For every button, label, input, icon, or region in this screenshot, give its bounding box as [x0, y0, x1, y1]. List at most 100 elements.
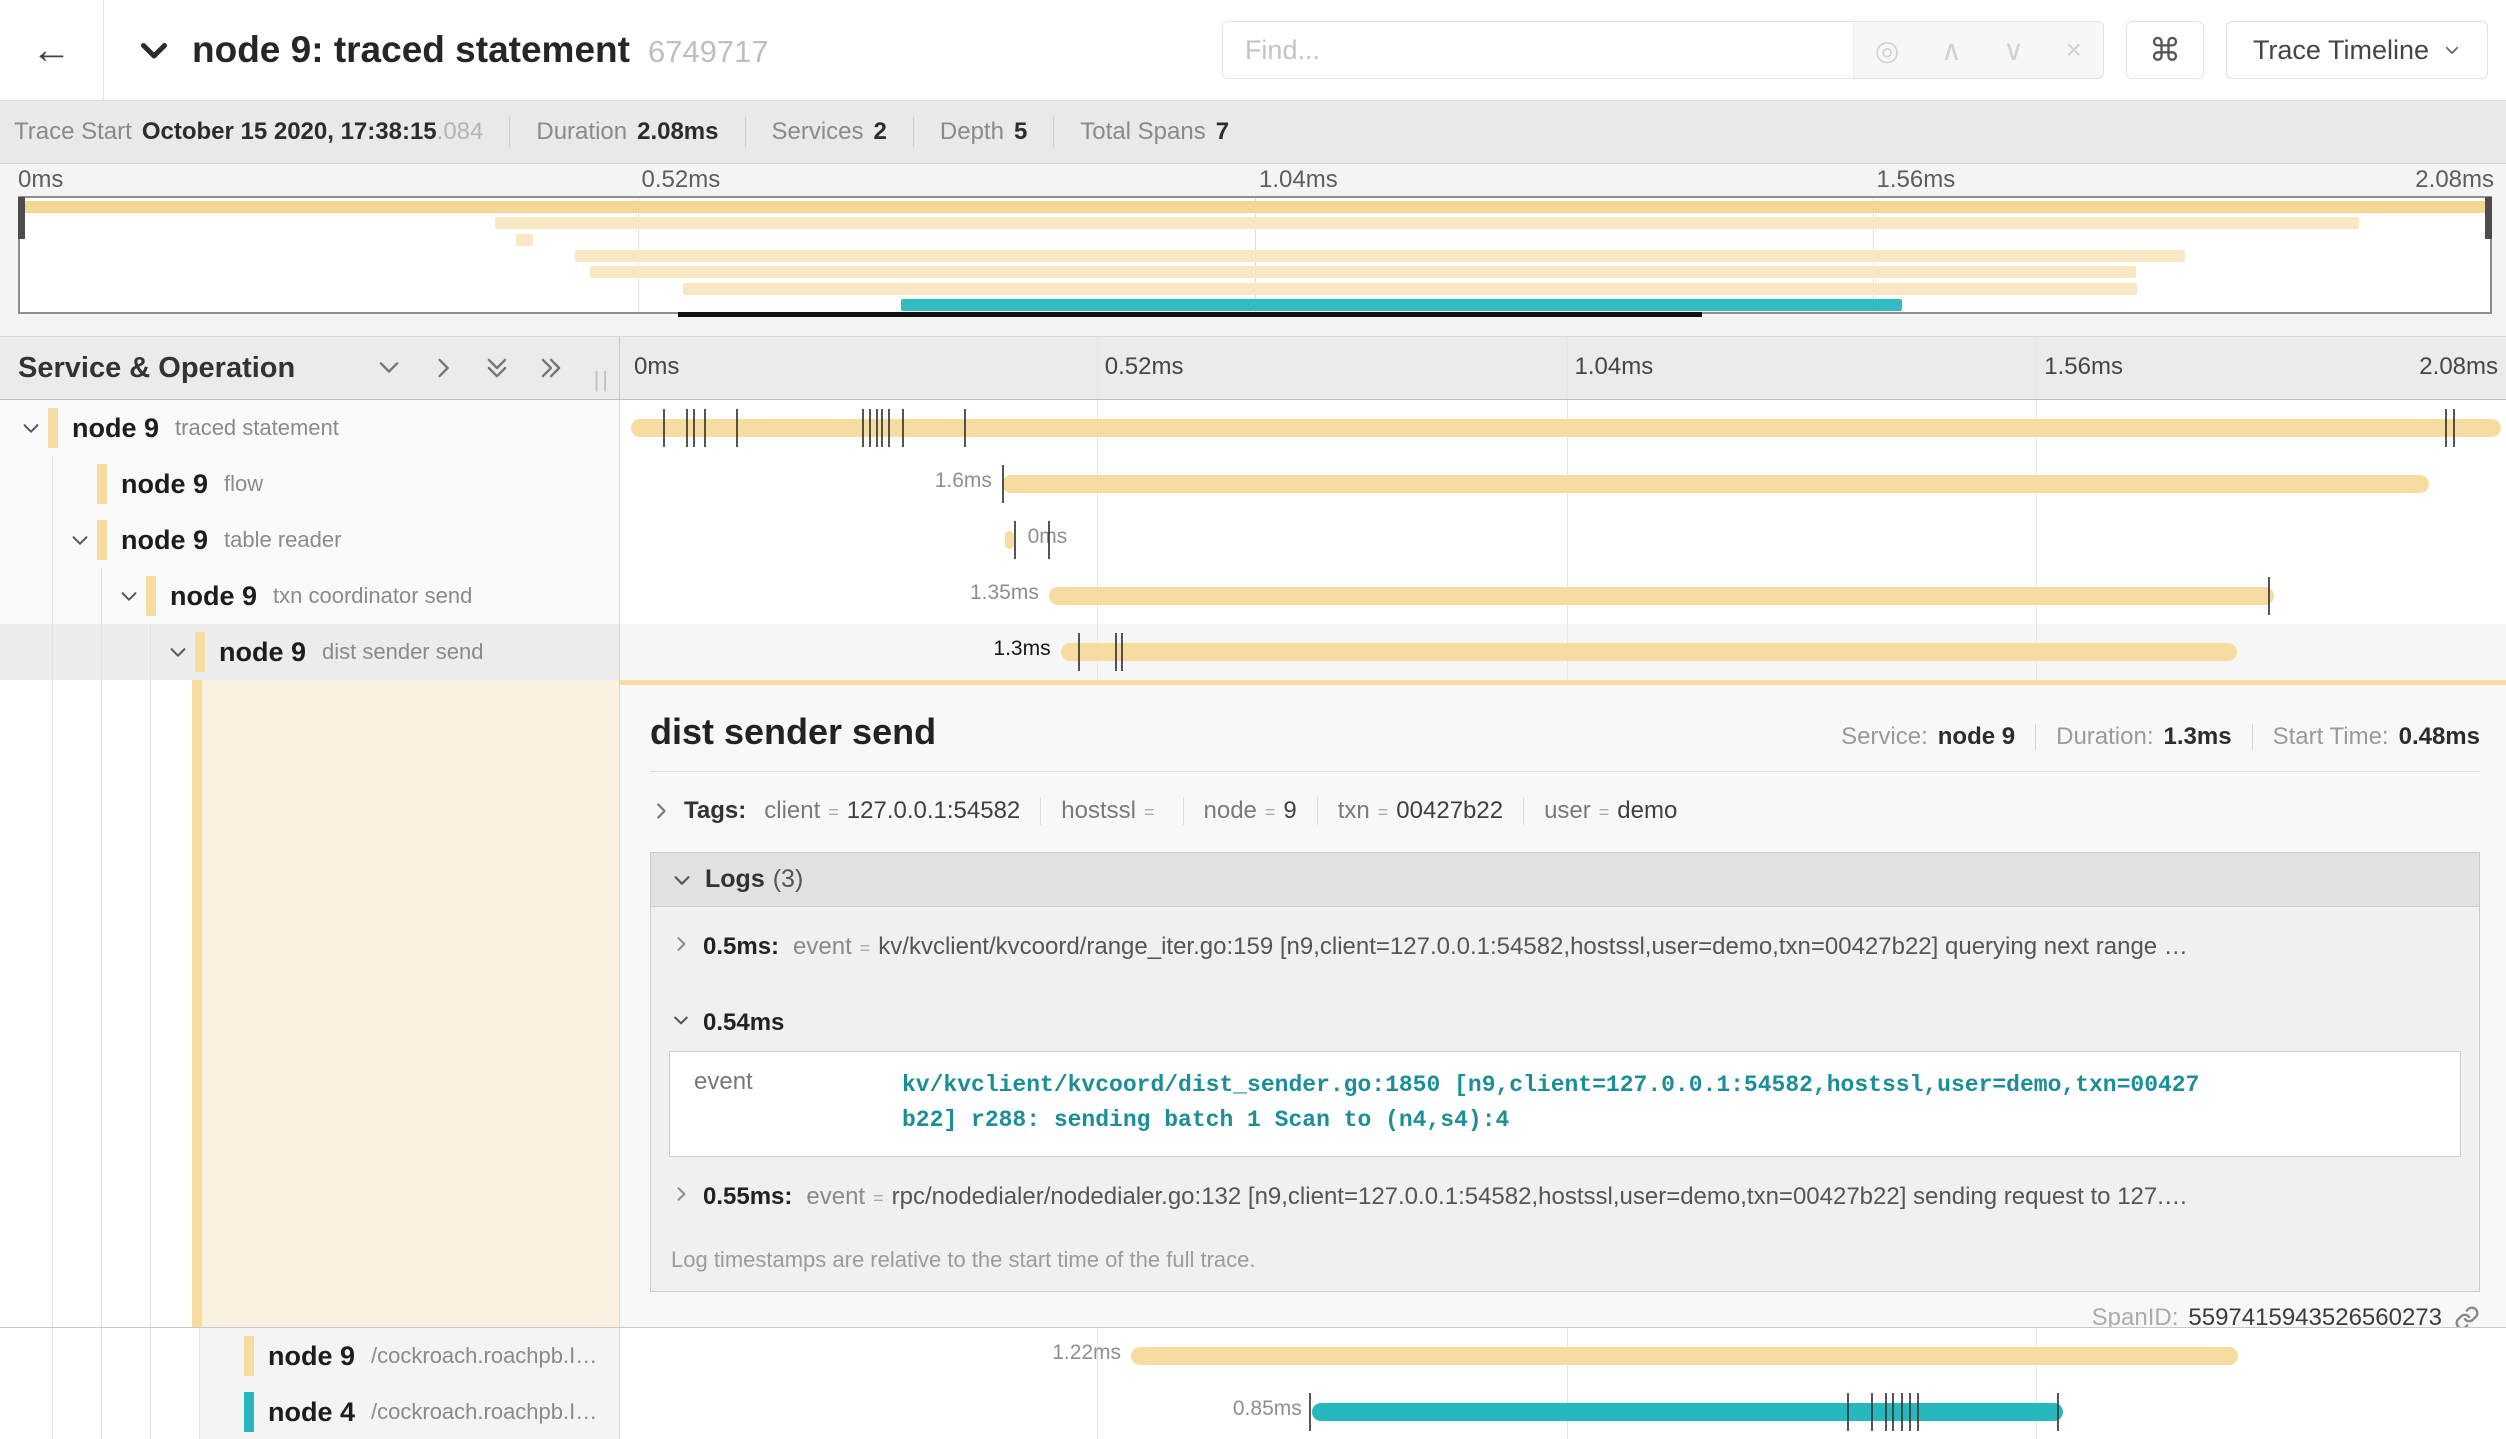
- log-marker-tick: [693, 409, 695, 447]
- tag-key: hostssl: [1061, 797, 1136, 825]
- column-resizer-handle[interactable]: ||: [594, 367, 611, 393]
- log-row-1[interactable]: 0.5ms: event = kv/kvclient/kvcoord/range…: [651, 907, 2479, 983]
- equals-sign: =: [873, 1188, 884, 1209]
- minimap-left-scrubber[interactable]: [18, 197, 25, 239]
- span-duration-bar[interactable]: [1312, 1403, 2064, 1421]
- span-tree-cell[interactable]: node 9/cockroach.roachpb.I…: [0, 1328, 620, 1384]
- tree-indent-guide: [101, 568, 102, 624]
- span-detail-row: dist sender send Service:node 9Duration:…: [0, 680, 2506, 1328]
- operation-name: txn coordinator send: [273, 583, 472, 609]
- collapse-all-icon[interactable]: [483, 354, 511, 382]
- span-tree-cell[interactable]: node 9dist sender send: [0, 624, 620, 680]
- span-row-chevron-icon[interactable]: [69, 529, 91, 551]
- span-rows-bottom: node 9/cockroach.roachpb.I…1.22msnode 4/…: [0, 1328, 2506, 1439]
- operation-name: flow: [224, 471, 263, 497]
- span-duration-bar[interactable]: [1049, 587, 2274, 605]
- log-marker-tick: [964, 409, 966, 447]
- span-timeline-cell[interactable]: 1.35ms: [620, 568, 2506, 624]
- span-tree-cell[interactable]: node 9txn coordinator send: [0, 568, 620, 624]
- stat-value: 7: [1216, 118, 1229, 145]
- tree-indent-guide: [101, 1384, 102, 1439]
- back-button[interactable]: ←: [0, 0, 104, 100]
- span-timeline-cell[interactable]: 0.85ms: [620, 1384, 2506, 1439]
- top-bar-actions: ◎ ∧ ∨ × ⌘ Trace Timeline: [1222, 21, 2488, 79]
- log-marker-tick: [1901, 1393, 1903, 1431]
- expand-one-icon[interactable]: [429, 354, 457, 382]
- span-row[interactable]: node 9traced statement: [0, 400, 2506, 456]
- clear-search-icon[interactable]: ×: [2066, 34, 2082, 66]
- span-timeline-cell[interactable]: 1.6ms: [620, 456, 2506, 512]
- span-timeline-cell[interactable]: 0ms: [620, 512, 2506, 568]
- prev-match-icon[interactable]: ∧: [1941, 34, 1962, 67]
- tags-section[interactable]: Tags: client=127.0.0.1:54582hostssl=node…: [650, 792, 2480, 830]
- log-marker-tick: [881, 409, 883, 447]
- span-row[interactable]: node 9dist sender send1.3ms: [0, 624, 2506, 680]
- logs-header[interactable]: Logs (3): [651, 853, 2479, 907]
- span-duration-label: 1.35ms: [620, 581, 1039, 605]
- span-timeline-cell[interactable]: [620, 400, 2506, 456]
- span-tree-cell[interactable]: node 9traced statement: [0, 400, 620, 456]
- span-duration-bar[interactable]: [1005, 531, 1014, 549]
- tree-indent-guide: [150, 680, 151, 1327]
- timeline-gridline: [2036, 337, 2037, 399]
- span-duration-bar[interactable]: [1131, 1347, 2238, 1365]
- service-color-bar: [244, 1392, 254, 1432]
- timeline-gridline: [1097, 512, 1098, 568]
- stat-value: 2.08ms: [637, 118, 718, 145]
- span-duration-bar[interactable]: [1002, 475, 2429, 493]
- collapse-one-icon[interactable]: [375, 354, 403, 382]
- span-row[interactable]: node 9/cockroach.roachpb.I…1.22ms: [0, 1328, 2506, 1384]
- collapse-trace-chevron-icon[interactable]: [136, 32, 172, 68]
- span-duration-label: 1.6ms: [620, 469, 992, 493]
- span-duration-bar[interactable]: [1061, 643, 2237, 661]
- tree-indent-guide: [52, 512, 53, 568]
- tree-indent-guide: [150, 1384, 151, 1439]
- selected-span-color-bar: [192, 680, 202, 1327]
- trace-stats-bar: Trace StartOctober 15 2020, 17:38:15.084…: [0, 100, 2506, 164]
- span-timeline-cell[interactable]: 1.22ms: [620, 1328, 2506, 1384]
- minimap-canvas[interactable]: [18, 196, 2492, 314]
- span-row[interactable]: node 9txn coordinator send1.35ms: [0, 568, 2506, 624]
- span-row-chevron-icon[interactable]: [167, 641, 189, 663]
- minimap-right-scrubber[interactable]: [2485, 197, 2492, 239]
- link-icon[interactable]: [2454, 1305, 2480, 1327]
- span-tree-cell[interactable]: node 9flow: [0, 456, 620, 512]
- span-row[interactable]: node 9table reader0ms: [0, 512, 2506, 568]
- span-duration-bar[interactable]: [631, 419, 2502, 437]
- span-row-chevron-icon[interactable]: [118, 585, 140, 607]
- span-tree-cell[interactable]: node 9table reader: [0, 512, 620, 568]
- span-row[interactable]: node 4/cockroach.roachpb.I…0.85ms: [0, 1384, 2506, 1439]
- trace-view-selector[interactable]: Trace Timeline: [2226, 21, 2488, 79]
- service-name: node 4: [268, 1397, 355, 1428]
- span-tree-cell[interactable]: node 4/cockroach.roachpb.I…: [0, 1384, 620, 1439]
- log-row-3[interactable]: 0.55ms: event = rpc/nodedialer/nodediale…: [651, 1157, 2479, 1233]
- trace-stat: Duration2.08ms: [536, 118, 718, 146]
- locate-icon[interactable]: ◎: [1875, 34, 1899, 67]
- span-timeline-cell[interactable]: 1.3ms: [620, 624, 2506, 680]
- tree-indent-guide: [150, 624, 151, 680]
- timeline-gridline: [2036, 512, 2037, 568]
- log-marker-tick: [1909, 1393, 1911, 1431]
- minimap-axis-tick: 0ms: [18, 166, 63, 194]
- log-marker-tick: [876, 409, 878, 447]
- timeline-axis-tick: 1.56ms: [2044, 353, 2123, 381]
- tags-label: Tags:: [684, 797, 746, 825]
- keyboard-shortcuts-button[interactable]: ⌘: [2126, 21, 2204, 79]
- span-row-chevron-icon[interactable]: [20, 417, 42, 439]
- equals-sign: =: [828, 802, 839, 823]
- find-input[interactable]: [1223, 22, 1853, 78]
- next-match-icon[interactable]: ∨: [2003, 34, 2024, 67]
- span-row[interactable]: node 9flow1.6ms: [0, 456, 2506, 512]
- span-rows-top: node 9traced statementnode 9flow1.6msnod…: [0, 400, 2506, 680]
- tree-toolbar: [375, 354, 565, 382]
- log-row-2-expanded[interactable]: 0.54ms: [651, 983, 2479, 1051]
- log-marker-tick: [736, 409, 738, 447]
- tag-value: 127.0.0.1:54582: [847, 797, 1021, 825]
- log-field-value: kv/kvclient/kvcoord/dist_sender.go:1850 …: [902, 1068, 2202, 1138]
- minimap-viewport-indicator[interactable]: [678, 312, 1702, 317]
- logs-section: Logs (3) 0.5ms: event = kv/kvclient/kvco…: [650, 852, 2480, 1292]
- expand-all-icon[interactable]: [537, 354, 565, 382]
- log-marker-tick: [1847, 1393, 1849, 1431]
- service-color-bar: [48, 408, 58, 448]
- divider: [650, 771, 2480, 772]
